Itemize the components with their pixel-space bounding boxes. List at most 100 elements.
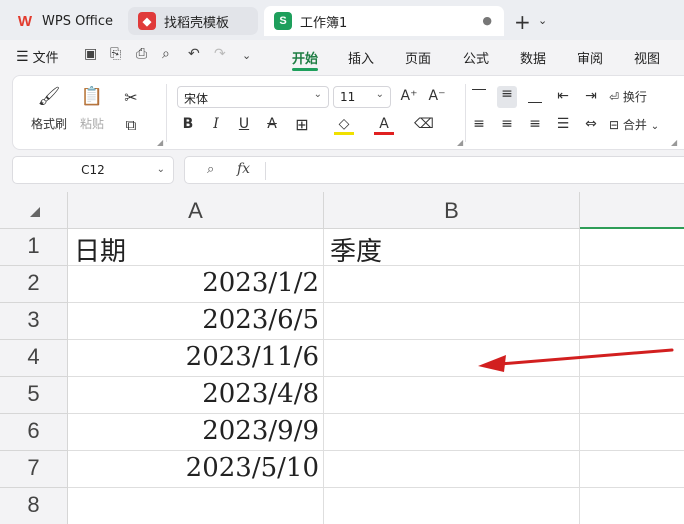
tab-view[interactable]: 视图 bbox=[634, 48, 660, 67]
font-size-select[interactable]: 11 ⌄ bbox=[333, 86, 391, 108]
save-icon[interactable]: ▣ bbox=[84, 46, 97, 62]
brush-icon: 🖌 bbox=[37, 86, 61, 107]
align-middle-icon[interactable]: ≡ bbox=[497, 86, 517, 108]
distribute-icon[interactable]: ⇔ bbox=[581, 116, 601, 132]
select-all-corner[interactable] bbox=[0, 192, 68, 229]
borders-icon[interactable]: ⊞ bbox=[292, 115, 312, 134]
strikethrough-icon[interactable]: A bbox=[262, 116, 282, 132]
cell-reference: C12 bbox=[81, 163, 105, 177]
row-header-7[interactable]: 7 bbox=[0, 451, 68, 488]
italic-icon[interactable]: I bbox=[206, 116, 226, 132]
row-header-1[interactable]: 1 bbox=[0, 229, 68, 266]
justify-icon[interactable]: ☰ bbox=[553, 116, 573, 132]
merge-button[interactable]: ⊟ 合并 ⌄ bbox=[609, 116, 659, 133]
cell-b4[interactable] bbox=[324, 340, 580, 377]
row-header-6[interactable]: 6 bbox=[0, 414, 68, 451]
wrap-icon: ⏎ bbox=[609, 90, 620, 104]
cell-a6[interactable]: 2023/9/9 bbox=[68, 414, 324, 451]
formula-bar: C12 ⌄ ⌕ fx bbox=[0, 150, 684, 190]
font-expand-icon[interactable]: ◢ bbox=[457, 138, 463, 147]
spreadsheet-grid[interactable]: A B 1 2 3 4 5 6 7 8 日期 季度 2023/1/2 2023/… bbox=[0, 192, 684, 524]
row-header-2[interactable]: 2 bbox=[0, 266, 68, 303]
docer-logo-icon: ◆ bbox=[138, 12, 156, 30]
chevron-down-icon: ⌄ bbox=[375, 89, 384, 100]
cell-a4[interactable]: 2023/11/6 bbox=[68, 340, 324, 377]
cell-a8[interactable] bbox=[68, 488, 324, 524]
cell-b6[interactable] bbox=[324, 414, 580, 451]
cell-b3[interactable] bbox=[324, 303, 580, 340]
merge-icon: ⊟ bbox=[609, 118, 620, 132]
tab-data[interactable]: 数据 bbox=[520, 48, 546, 67]
cell-a2[interactable]: 2023/1/2 bbox=[68, 266, 324, 303]
cell-c8[interactable] bbox=[580, 488, 684, 524]
cell-b8[interactable] bbox=[324, 488, 580, 524]
cell-c5[interactable] bbox=[580, 377, 684, 414]
paste-label: 粘贴 bbox=[79, 117, 104, 131]
cell-c7[interactable] bbox=[580, 451, 684, 488]
cell-b5[interactable] bbox=[324, 377, 580, 414]
cell-b7[interactable] bbox=[324, 451, 580, 488]
row-header-4[interactable]: 4 bbox=[0, 340, 68, 377]
column-header-a[interactable]: A bbox=[68, 192, 324, 229]
cut-icon[interactable]: ✂ bbox=[121, 88, 141, 107]
align-right-icon[interactable]: ≡ bbox=[525, 116, 545, 132]
paste-button[interactable]: 📋 粘贴 bbox=[75, 86, 109, 132]
name-box[interactable]: C12 ⌄ bbox=[12, 156, 174, 184]
tab-home[interactable]: 开始 bbox=[292, 48, 318, 67]
format-painter-button[interactable]: 🖌 格式刷 bbox=[29, 86, 69, 132]
row-header-3[interactable]: 3 bbox=[0, 303, 68, 340]
tab-formulas[interactable]: 公式 bbox=[463, 48, 489, 67]
fill-color-icon[interactable]: ◇ bbox=[334, 116, 354, 135]
file-menu[interactable]: ☰ 文件 bbox=[16, 47, 59, 67]
tab-wps-office[interactable]: W WPS Office bbox=[6, 6, 124, 36]
redo-icon[interactable]: ↷ bbox=[214, 46, 226, 62]
tab-review[interactable]: 审阅 bbox=[577, 48, 603, 67]
column-header-c[interactable] bbox=[580, 192, 684, 229]
cell-c2[interactable] bbox=[580, 266, 684, 303]
cell-a3[interactable]: 2023/6/5 bbox=[68, 303, 324, 340]
tab-template[interactable]: ◆ 找稻壳模板 bbox=[128, 7, 258, 35]
cell-b1[interactable]: 季度 bbox=[324, 229, 580, 266]
cell-c6[interactable] bbox=[580, 414, 684, 451]
zoom-icon[interactable]: ⌕ bbox=[207, 162, 214, 177]
cell-b2[interactable] bbox=[324, 266, 580, 303]
column-header-b[interactable]: B bbox=[324, 192, 580, 229]
cell-c3[interactable] bbox=[580, 303, 684, 340]
cell-c1[interactable] bbox=[580, 229, 684, 266]
align-bottom-icon[interactable]: ⎽ bbox=[525, 88, 545, 104]
cell-a5[interactable]: 2023/4/8 bbox=[68, 377, 324, 414]
underline-icon[interactable]: U bbox=[234, 116, 254, 132]
tab-insert[interactable]: 插入 bbox=[348, 48, 374, 67]
formula-input[interactable]: ⌕ fx bbox=[184, 156, 684, 184]
export-icon[interactable]: ⎘ bbox=[110, 46, 121, 62]
row-header-8[interactable]: 8 bbox=[0, 488, 68, 524]
more-chevron-icon[interactable]: ⌄ bbox=[242, 49, 251, 62]
font-color-icon[interactable]: A bbox=[374, 116, 394, 135]
tab-page[interactable]: 页面 bbox=[405, 48, 431, 67]
wrap-text-button[interactable]: ⏎ 换行 bbox=[609, 88, 647, 105]
print-preview-icon[interactable]: ⌕ bbox=[162, 46, 170, 62]
align-left-icon[interactable]: ≡ bbox=[469, 116, 489, 132]
align-center-icon[interactable]: ≡ bbox=[497, 116, 517, 132]
undo-icon[interactable]: ↶ bbox=[188, 46, 200, 62]
align-top-icon[interactable]: ⎺ bbox=[469, 88, 489, 104]
increase-indent-icon[interactable]: ⇥ bbox=[581, 88, 601, 104]
eraser-icon[interactable]: ⌫ bbox=[414, 116, 434, 132]
font-name-select[interactable]: 宋体 ⌄ bbox=[177, 86, 329, 108]
decrease-font-icon[interactable]: A⁻ bbox=[427, 88, 447, 104]
cell-a1[interactable]: 日期 bbox=[68, 229, 324, 266]
fx-icon[interactable]: fx bbox=[237, 161, 250, 177]
bold-icon[interactable]: B bbox=[178, 116, 198, 132]
clipboard-expand-icon[interactable]: ◢ bbox=[157, 138, 163, 147]
copy-icon[interactable]: ⧉ bbox=[121, 116, 141, 134]
cell-c4[interactable] bbox=[580, 340, 684, 377]
row-header-5[interactable]: 5 bbox=[0, 377, 68, 414]
increase-font-icon[interactable]: A⁺ bbox=[399, 88, 419, 104]
tab-workbook[interactable]: S 工作簿1 ● bbox=[264, 6, 504, 36]
new-tab-icon[interactable]: + bbox=[514, 10, 531, 34]
decrease-indent-icon[interactable]: ⇤ bbox=[553, 88, 573, 104]
chevron-down-icon[interactable]: ⌄ bbox=[538, 14, 547, 27]
print-icon[interactable]: ⎙ bbox=[136, 46, 147, 62]
alignment-expand-icon[interactable]: ◢ bbox=[671, 138, 677, 147]
cell-a7[interactable]: 2023/5/10 bbox=[68, 451, 324, 488]
